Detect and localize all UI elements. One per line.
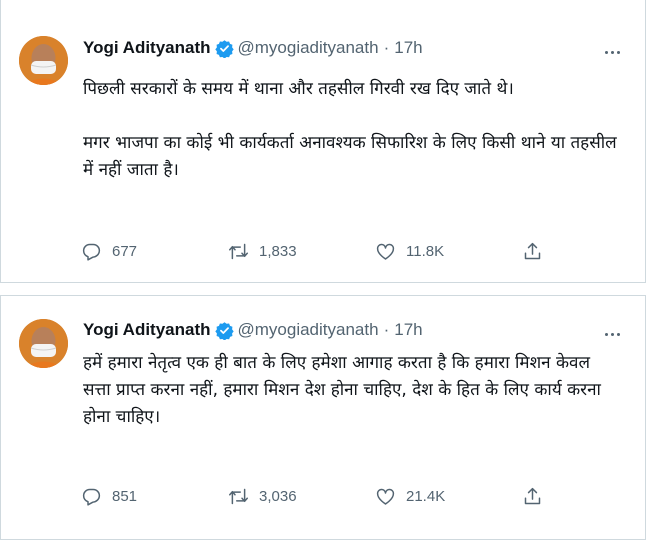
retweet-button[interactable]: 1,833 [228, 241, 375, 262]
retweet-button[interactable]: 3,036 [228, 486, 375, 507]
reply-button[interactable]: 677 [81, 241, 228, 262]
tweet-paragraph: पिछली सरकारों के समय में थाना और तहसील ग… [83, 79, 514, 99]
like-icon [376, 488, 395, 505]
tweet-timestamp[interactable]: 17h [394, 320, 422, 340]
tweet-text: हमें हमारा नेतृत्व एक ही बात के लिए हमेश… [83, 350, 619, 431]
share-button[interactable] [522, 241, 543, 262]
author-name[interactable]: Yogi Adityanath [83, 38, 211, 58]
tweet-paragraph: मगर भाजपा का कोई भी कार्यकर्ता अनावश्यक … [83, 133, 617, 180]
retweet-count: 3,036 [259, 488, 297, 505]
retweet-icon [229, 243, 248, 260]
like-count: 11.8K [406, 243, 445, 260]
reply-count: 851 [112, 488, 138, 505]
tweet-text: पिछली सरकारों के समय में थाना और तहसील ग… [83, 76, 619, 184]
reply-button[interactable]: 851 [81, 486, 228, 507]
more-options-icon[interactable] [601, 325, 623, 343]
verified-badge-icon [214, 321, 234, 340]
card-gap [0, 283, 650, 295]
share-icon [524, 487, 541, 505]
share-icon [524, 242, 541, 260]
verified-badge-icon [214, 39, 234, 58]
retweet-count: 1,833 [259, 243, 297, 260]
avatar-image [19, 319, 68, 368]
tweet-paragraph: हमें हमारा नेतृत्व एक ही बात के लिए हमेश… [83, 353, 601, 427]
tweet-timestamp[interactable]: 17h [394, 38, 422, 58]
like-icon [376, 243, 395, 260]
like-button[interactable]: 11.8K [375, 241, 522, 262]
like-count: 21.4K [406, 488, 446, 505]
avatar[interactable] [19, 319, 68, 368]
avatar-image [19, 36, 68, 85]
reply-icon [82, 243, 101, 261]
retweet-icon [229, 488, 248, 505]
reply-count: 677 [112, 243, 138, 260]
tweet-actions: 851 3,036 21.4K [81, 486, 551, 507]
author-name[interactable]: Yogi Adityanath [83, 320, 211, 340]
separator-dot: · [383, 320, 390, 339]
share-button[interactable] [522, 486, 543, 507]
like-button[interactable]: 21.4K [375, 486, 522, 507]
more-options-icon[interactable] [601, 43, 623, 61]
reply-icon [82, 488, 101, 506]
author-handle[interactable]: @myogiadityanath [238, 38, 379, 58]
tweet-card-2[interactable]: Yogi Adityanath @myogiadityanath · 17h ह… [0, 295, 646, 540]
author-handle[interactable]: @myogiadityanath [238, 320, 379, 340]
separator-dot: · [383, 38, 390, 57]
tweet-header: Yogi Adityanath @myogiadityanath · 17h [83, 38, 423, 58]
tweet-header: Yogi Adityanath @myogiadityanath · 17h [83, 320, 423, 340]
tweet-card-1[interactable]: Yogi Adityanath @myogiadityanath · 17h प… [0, 0, 646, 283]
avatar[interactable] [19, 36, 68, 85]
tweet-actions: 677 1,833 11.8K [81, 241, 551, 262]
